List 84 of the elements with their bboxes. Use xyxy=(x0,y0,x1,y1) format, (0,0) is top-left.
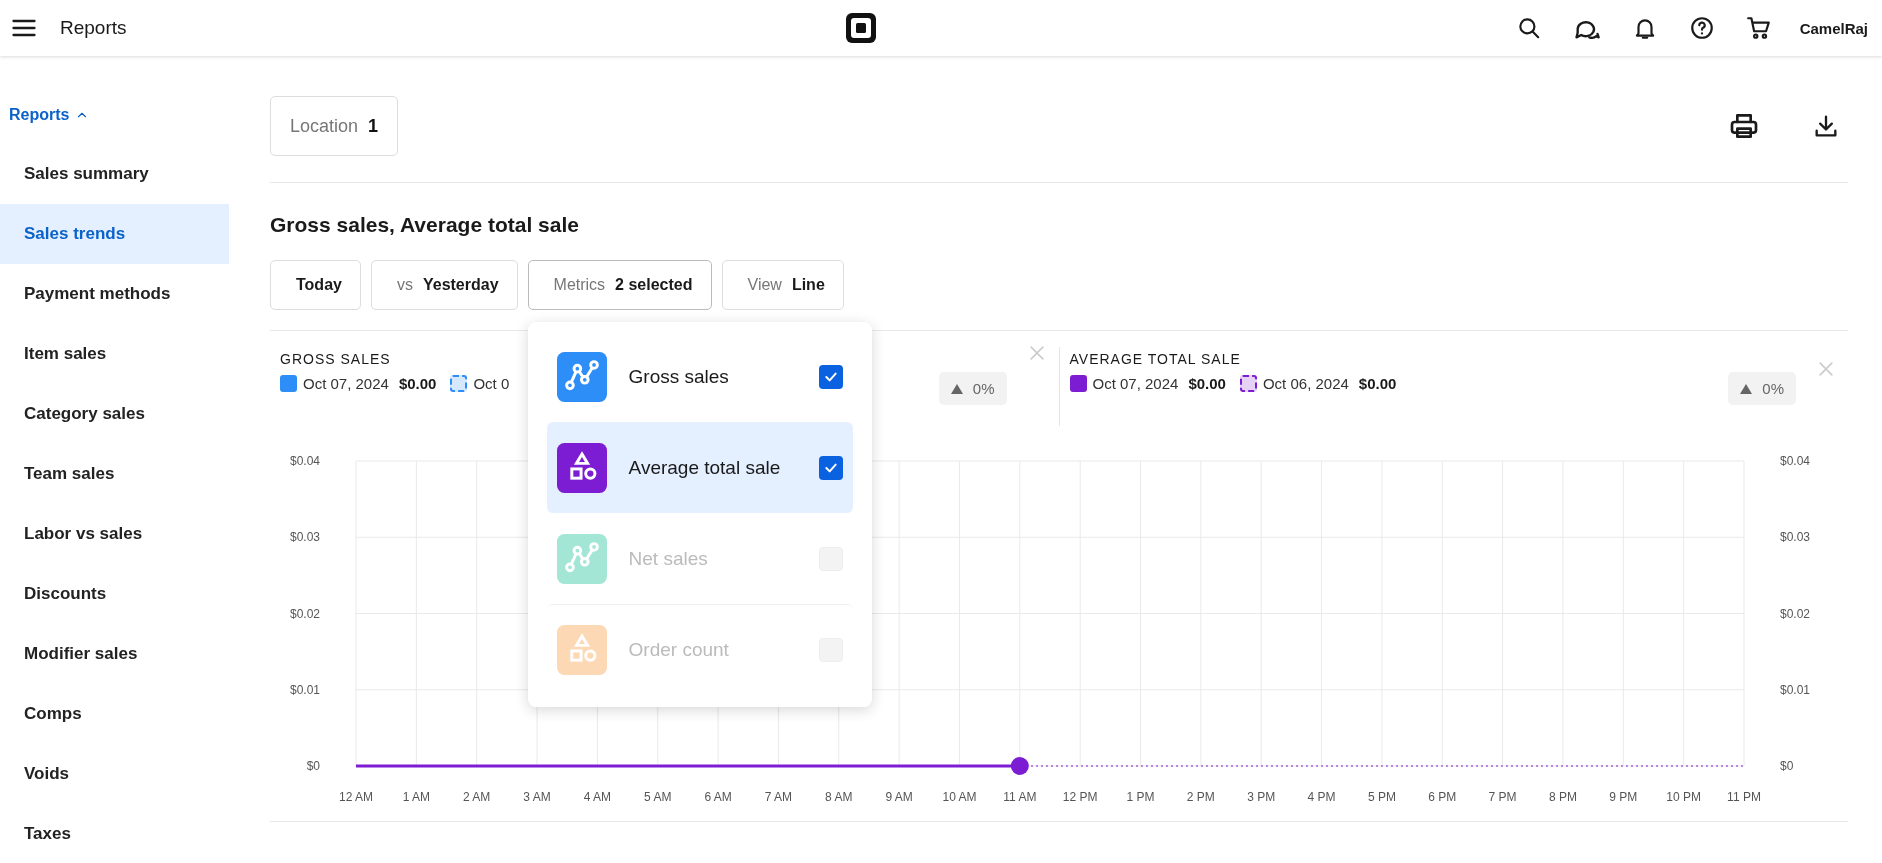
y-axis-label: $0 xyxy=(306,759,320,773)
x-axis-label: 1 PM xyxy=(1126,790,1155,804)
metric-title: AVERAGE TOTAL SALE xyxy=(1069,351,1242,367)
x-axis-label: 7 PM xyxy=(1488,790,1517,804)
x-axis-label: 11 AM xyxy=(1003,790,1037,804)
y-axis-label: $0 xyxy=(1780,759,1794,773)
sidebar-item[interactable]: Voids xyxy=(0,744,229,804)
x-axis-label: 8 PM xyxy=(1548,790,1577,804)
x-axis-label: 5 PM xyxy=(1367,790,1396,804)
x-axis-label: 12 PM xyxy=(1062,790,1098,804)
x-axis-label: 11 PM xyxy=(1727,790,1761,804)
sidebar-item[interactable]: Team sales xyxy=(0,444,229,504)
legend-date: Oct 07, 2024 xyxy=(303,375,389,392)
change-badge: 0% xyxy=(1728,372,1796,405)
user-name[interactable]: CamelRaj xyxy=(1799,19,1868,37)
filter-button[interactable]: Today xyxy=(270,260,361,310)
legend-value: $0.00 xyxy=(1358,375,1397,392)
legend-swatch xyxy=(450,375,468,392)
sidebar-item[interactable]: Modifier sales xyxy=(0,624,229,684)
x-axis-label: 6 PM xyxy=(1428,790,1457,804)
legend-date: Oct 06, 2024 xyxy=(1262,375,1349,392)
metric-option-label: Order count xyxy=(628,639,730,661)
cart-button[interactable] xyxy=(1745,15,1772,41)
legend-value: $0.00 xyxy=(398,375,437,392)
sidebar-item[interactable]: Payment methods xyxy=(0,264,229,324)
x-axis-label: 1 AM xyxy=(402,790,431,804)
x-axis-label: 9 PM xyxy=(1609,790,1638,804)
x-axis-label: 7 AM xyxy=(764,790,793,804)
sidebar-item[interactable]: Taxes xyxy=(0,804,229,863)
change-badge: 0% xyxy=(938,372,1007,405)
reports-section-toggle[interactable]: Reports xyxy=(0,96,229,134)
cart-icon xyxy=(1745,15,1772,41)
x-axis-label: 5 AM xyxy=(644,790,672,804)
x-axis-label: 3 PM xyxy=(1247,790,1276,804)
y-axis-label: $0.02 xyxy=(1780,606,1811,621)
legend-date: Oct 07, 2024 xyxy=(1092,375,1179,392)
x-axis-label: 4 PM xyxy=(1307,790,1336,804)
x-axis-label: 10 AM xyxy=(942,790,977,804)
x-axis-label: 2 AM xyxy=(463,790,491,804)
y-axis-label: $0.01 xyxy=(1780,682,1811,697)
metric-option-label: Average total sale xyxy=(628,457,782,479)
y-axis-label: $0.01 xyxy=(289,682,320,697)
checkbox[interactable] xyxy=(818,365,843,389)
metric-option-label: Gross sales xyxy=(628,366,730,388)
metric-title: GROSS SALES xyxy=(280,351,392,367)
help-button[interactable] xyxy=(1688,15,1715,41)
x-axis-label: 6 AM xyxy=(704,790,732,804)
metric-option[interactable]: Gross sales xyxy=(546,332,853,422)
y-axis-label: $0.04 xyxy=(289,454,320,468)
checkbox[interactable] xyxy=(818,456,843,480)
y-axis-label: $0.02 xyxy=(289,606,320,621)
data-point xyxy=(1010,757,1029,775)
help-icon xyxy=(1688,15,1715,41)
sidebar-item[interactable]: Sales summary xyxy=(0,144,229,204)
sidebar-item[interactable]: Item sales xyxy=(0,324,229,384)
metric-option[interactable]: Average total sale xyxy=(546,422,853,513)
x-axis-label: 2 PM xyxy=(1186,790,1215,804)
legend-value: $0.00 xyxy=(1188,375,1226,392)
logo-icon xyxy=(846,13,877,43)
sidebar-item[interactable]: Discounts xyxy=(0,564,229,624)
legend-date: Oct 0 xyxy=(473,375,510,392)
location-filter[interactable]: Location 1 xyxy=(270,96,399,156)
y-axis-label: $0.03 xyxy=(289,530,320,545)
report-title: Gross sales, Average total sale xyxy=(270,213,580,237)
x-axis-label: 3 AM xyxy=(523,790,551,804)
sidebar-item[interactable]: Category sales xyxy=(0,384,229,444)
y-axis-label: $0.04 xyxy=(1780,454,1811,468)
x-axis-label: 4 AM xyxy=(583,790,612,804)
page-title: Reports xyxy=(60,17,127,39)
up-triangle-icon xyxy=(950,383,963,394)
filter-button[interactable]: View Line xyxy=(721,260,844,310)
up-triangle-icon xyxy=(1740,383,1753,394)
filter-button[interactable]: Metrics 2 selected xyxy=(527,260,712,310)
filter-button[interactable]: vs Yesterday xyxy=(370,260,518,310)
x-axis-label: 10 PM xyxy=(1666,790,1701,804)
x-axis-label: 12 AM xyxy=(339,790,373,804)
sidebar-item[interactable]: Labor vs sales xyxy=(0,504,229,564)
metric-option-label: Net sales xyxy=(628,548,709,570)
legend-swatch xyxy=(1239,375,1257,392)
y-axis-label: $0.03 xyxy=(1780,530,1811,545)
sidebar-item[interactable]: Sales trends xyxy=(0,204,229,264)
x-axis-label: 8 AM xyxy=(825,790,853,804)
x-axis-label: 9 AM xyxy=(885,790,913,804)
sidebar-item[interactable]: Comps xyxy=(0,684,229,744)
